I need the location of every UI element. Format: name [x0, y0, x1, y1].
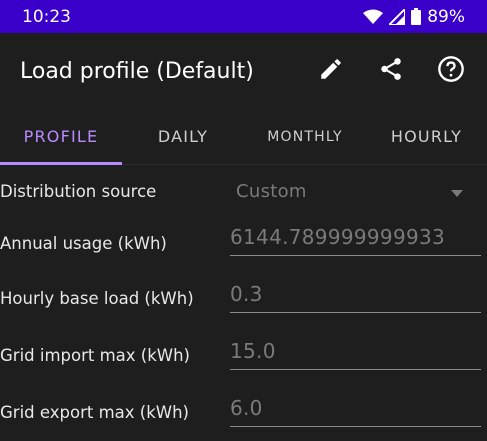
tab-hourly[interactable]: HOURLY	[366, 109, 487, 164]
tab-daily[interactable]: DAILY	[122, 109, 244, 164]
share-icon	[378, 56, 404, 86]
status-bar: 10:23 89%	[0, 0, 487, 33]
grid-import-label: Grid import max (kWh)	[0, 346, 190, 365]
tab-bar: PROFILE DAILY MONTHLY HOURLY	[0, 109, 487, 165]
distribution-label: Distribution source	[0, 181, 157, 201]
annual-usage-field[interactable]: 6144.789999999933	[230, 225, 481, 256]
profile-form: Distribution source Custom Annual usage …	[0, 165, 487, 441]
app-actions	[311, 51, 471, 91]
tab-profile[interactable]: PROFILE	[0, 109, 122, 165]
edit-button[interactable]	[311, 51, 351, 91]
distribution-row: Distribution source Custom	[0, 165, 487, 217]
base-load-label: Hourly base load (kWh)	[0, 289, 194, 308]
battery-percent: 89%	[427, 6, 465, 27]
base-load-row: Hourly base load (kWh) 0.3	[0, 270, 487, 327]
annual-usage-underline	[230, 255, 481, 256]
tab-monthly[interactable]: MONTHLY	[244, 109, 366, 164]
grid-export-field[interactable]: 6.0	[230, 396, 481, 427]
grid-export-row: Grid export max (kWh) 6.0	[0, 384, 487, 441]
annual-usage-row: Annual usage (kWh) 6144.789999999933	[0, 217, 487, 270]
grid-import-field[interactable]: 15.0	[230, 339, 481, 370]
signal-icon	[389, 8, 406, 25]
grid-export-underline	[230, 426, 481, 427]
share-button[interactable]	[371, 51, 411, 91]
distribution-value: Custom	[236, 180, 307, 202]
dropdown-arrow-icon	[451, 182, 463, 201]
grid-import-value: 15.0	[230, 339, 276, 363]
distribution-select[interactable]: Custom	[230, 181, 481, 202]
status-icons: 89%	[363, 7, 465, 27]
wifi-icon	[363, 9, 384, 25]
base-load-value: 0.3	[230, 282, 263, 306]
base-load-underline	[230, 312, 481, 313]
annual-usage-value: 6144.789999999933	[230, 225, 446, 249]
help-icon	[437, 55, 465, 87]
base-load-field[interactable]: 0.3	[230, 282, 481, 313]
grid-export-label: Grid export max (kWh)	[0, 403, 189, 422]
page-title: Load profile (Default)	[20, 58, 254, 84]
grid-import-row: Grid import max (kWh) 15.0	[0, 327, 487, 384]
annual-usage-label: Annual usage (kWh)	[0, 234, 167, 253]
status-time: 10:23	[22, 6, 71, 27]
grid-import-underline	[230, 369, 481, 370]
grid-export-value: 6.0	[230, 396, 263, 420]
help-button[interactable]	[431, 51, 471, 91]
app-bar: Load profile (Default)	[0, 33, 487, 109]
edit-icon	[318, 56, 344, 86]
battery-icon	[411, 8, 422, 25]
